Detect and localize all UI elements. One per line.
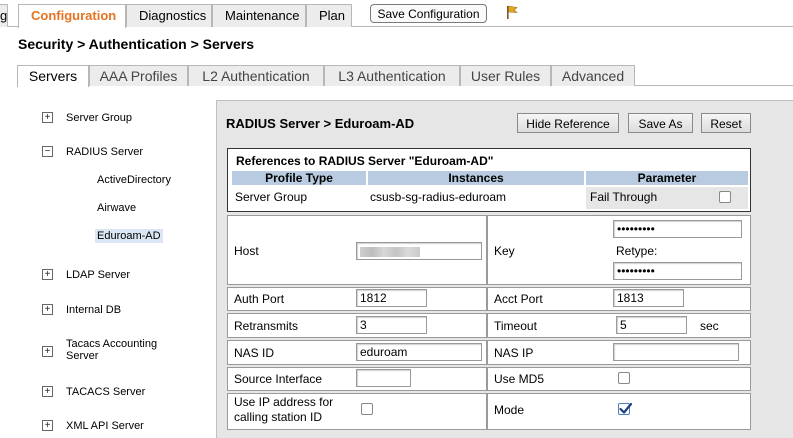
tab-l3-authentication[interactable]: L3 Authentication [324, 65, 460, 86]
expand-plus-icon[interactable]: + [42, 420, 53, 431]
tab-aaa-profiles[interactable]: AAA Profiles [89, 65, 188, 86]
tab-user-rules[interactable]: User Rules [460, 65, 551, 86]
use-ip-checkbox[interactable] [361, 403, 373, 415]
save-configuration-button[interactable]: Save Configuration [370, 4, 487, 23]
expand-plus-icon[interactable]: + [42, 112, 53, 123]
tab-label: Diagnostics [139, 8, 207, 23]
column-header: Instances [368, 171, 584, 185]
tab-label: Advanced [561, 68, 625, 84]
save-as-button[interactable]: Save As [628, 113, 693, 133]
collapse-minus-icon[interactable]: − [42, 146, 53, 157]
tab-maintenance[interactable]: Maintenance [212, 4, 306, 27]
mode-checkbox[interactable] [618, 402, 633, 415]
timeout-unit: sec [700, 319, 719, 333]
references-box: References to RADIUS Server "Eduroam-AD"… [227, 148, 751, 212]
tree-item-internal-db[interactable]: Internal DB [66, 304, 121, 316]
key-label: Key [494, 244, 515, 258]
nas-id-label: NAS ID [234, 346, 275, 360]
tab-diagnostics[interactable]: Diagnostics [126, 4, 212, 27]
tree-item-xml-api-server[interactable]: XML API Server [66, 420, 144, 432]
host-label: Host [234, 244, 259, 258]
tree-item-activedirectory[interactable]: ActiveDirectory [97, 174, 171, 186]
sub-tabs: Servers AAA Profiles L2 Authentication L… [0, 64, 793, 87]
ref-profile-type: Server Group [235, 190, 308, 204]
tab-label: User Rules [470, 68, 541, 84]
tree-item-tacacs-accounting[interactable]: Tacacs Accounting Server [66, 338, 157, 362]
expand-plus-icon[interactable]: + [42, 346, 53, 357]
column-header: Parameter [586, 171, 748, 185]
tab-label: Plan [319, 8, 346, 23]
tab-label: L2 Authentication [202, 68, 310, 84]
nas-id-input[interactable]: eduroam [356, 343, 482, 361]
tree-item-ldap-server[interactable]: LDAP Server [66, 269, 130, 281]
hide-reference-button[interactable]: Hide Reference [517, 113, 619, 133]
retransmits-label: Retransmits [234, 319, 299, 333]
nas-ip-input[interactable] [613, 343, 739, 361]
tab-label: AAA Profiles [99, 68, 178, 84]
tab-label: Configuration [31, 8, 117, 23]
flag-icon[interactable] [505, 4, 519, 20]
tree-item-eduroam-ad[interactable]: Eduroam-AD [95, 229, 163, 243]
fail-through-checkbox[interactable] [719, 191, 731, 203]
tab-plan[interactable]: Plan [306, 4, 352, 27]
host-input[interactable] [356, 242, 482, 260]
expand-plus-icon[interactable]: + [42, 304, 53, 315]
tab-label: L3 Authentication [338, 68, 446, 84]
panel-title: RADIUS Server > Eduroam-AD [226, 116, 415, 131]
source-interface-input[interactable] [356, 369, 411, 387]
tree-item-tacacs-server[interactable]: TACACS Server [66, 386, 145, 398]
tab-label: Maintenance [225, 8, 300, 23]
use-ip-label: Use IP address for calling station ID [234, 395, 333, 425]
column-header: Profile Type [232, 171, 366, 185]
nas-ip-label: NAS IP [494, 346, 534, 360]
key-input[interactable]: ••••••••• [613, 220, 742, 238]
tab-label: Servers [28, 68, 78, 84]
mode-label: Mode [494, 403, 525, 417]
tree-item-server-group[interactable]: Server Group [66, 112, 132, 124]
acct-port-input[interactable]: 1813 [613, 289, 684, 307]
source-interface-label: Source Interface [234, 372, 323, 386]
retransmits-input[interactable]: 3 [356, 316, 427, 334]
page-title: Security > Authentication > Servers [18, 36, 255, 52]
ref-instance-link[interactable]: csusb-sg-radius-eduroam [370, 190, 506, 204]
tree-item-radius-server[interactable]: RADIUS Server [66, 146, 143, 158]
timeout-input[interactable]: 5 [616, 316, 687, 334]
redacted-host [360, 246, 420, 257]
checkmark-icon [619, 402, 633, 414]
use-ip-label-line: calling station ID [234, 410, 323, 424]
tree-item-label: Tacacs Accounting [66, 338, 158, 350]
use-md5-checkbox[interactable] [618, 372, 630, 384]
use-md5-label: Use MD5 [494, 372, 545, 386]
tree-item-label: Server [66, 350, 99, 362]
auth-port-label: Auth Port [234, 292, 285, 306]
retype-label: Retype: [616, 244, 658, 258]
tab-partial[interactable]: g [0, 4, 8, 27]
expand-plus-icon[interactable]: + [42, 386, 53, 397]
ref-parameter: Fail Through [590, 190, 658, 204]
reset-button[interactable]: Reset [701, 113, 751, 133]
tab-label: g [0, 8, 8, 23]
tab-l2-authentication[interactable]: L2 Authentication [188, 65, 324, 86]
references-title: References to RADIUS Server "Eduroam-AD" [236, 154, 494, 168]
acct-port-label: Acct Port [494, 292, 543, 306]
use-ip-label-line: Use IP address for [234, 395, 334, 409]
expand-plus-icon[interactable]: + [42, 269, 53, 280]
timeout-label: Timeout [494, 319, 537, 333]
tree-item-airwave[interactable]: Airwave [97, 202, 136, 214]
retype-input[interactable]: ••••••••• [613, 262, 742, 280]
top-nav: g Configuration Diagnostics Maintenance … [0, 0, 793, 28]
auth-port-input[interactable]: 1812 [356, 289, 427, 307]
tab-configuration[interactable]: Configuration [18, 4, 126, 28]
tab-servers[interactable]: Servers [17, 65, 89, 87]
tab-advanced[interactable]: Advanced [551, 65, 635, 86]
